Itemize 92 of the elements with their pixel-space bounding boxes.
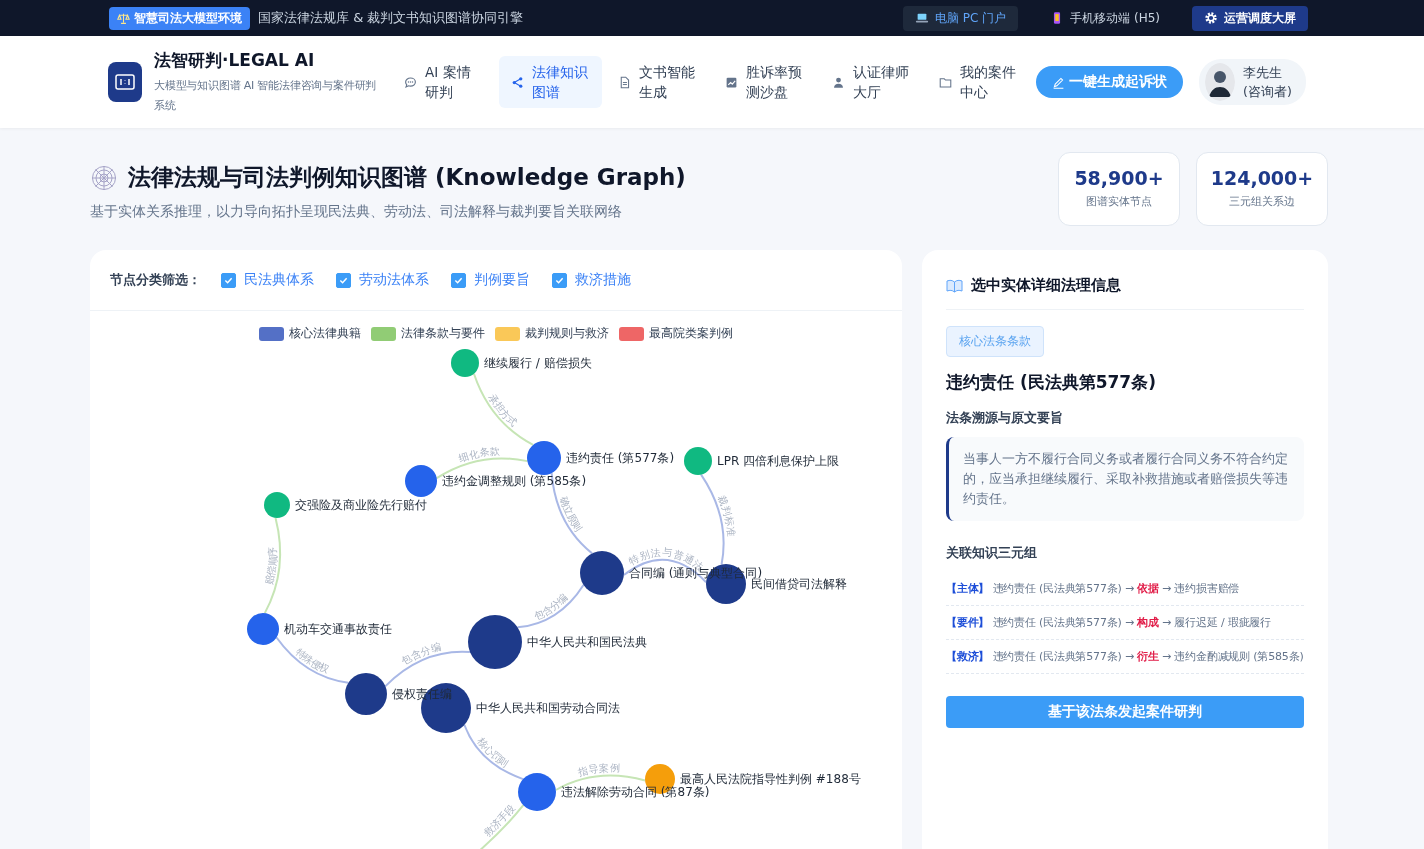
chat-icon: [404, 75, 417, 89]
graph-node[interactable]: [405, 465, 437, 497]
filter-label: 节点分类筛选：: [110, 271, 201, 289]
graph-node[interactable]: [264, 492, 290, 518]
nav-item[interactable]: 胜诉率预测沙盘: [713, 56, 816, 108]
stat-label: 三元组关系边: [1228, 195, 1296, 209]
entity-tag: 核心法条条款: [946, 326, 1044, 357]
gear-icon: [1204, 11, 1218, 25]
filter-checkbox[interactable]: 判例要旨: [451, 271, 530, 289]
edge-label: 细化条款: [457, 445, 501, 464]
portal-link[interactable]: 电脑 PC 门户: [902, 5, 1019, 31]
stat-value: 58,900+: [1073, 167, 1165, 189]
node-label: 继续履行 / 赔偿损失: [484, 356, 592, 370]
laptop-icon: [914, 11, 929, 25]
triple-text: 【主体】 违约责任 (民法典第577条) → 依据 → 违约损害赔偿: [946, 572, 1304, 606]
tagline: 国家法律法规库 & 裁判文书知识图谱协同引擎: [258, 9, 524, 27]
graph-node[interactable]: [247, 613, 279, 645]
environment-badge: 智慧司法大模型环境: [109, 6, 250, 30]
graph-node[interactable]: [345, 673, 387, 715]
edge-label: 核心罚则: [475, 735, 511, 769]
graph-node[interactable]: [468, 615, 522, 669]
folder-icon: [939, 75, 952, 89]
page-subtitle: 基于实体关系推理，以力导向拓扑呈现民法典、劳动法、司法解释与裁判要旨关联网络: [90, 203, 623, 221]
check-icon: [224, 275, 233, 285]
nav-item[interactable]: 我的案件中心: [927, 56, 1030, 108]
triple-text: 【救济】 违约责任 (民法典第577条) → 衍生 → 违约金酌减规则 (第585条): [946, 640, 1304, 674]
node-label: 违约金调整规则 (第585条): [442, 474, 587, 488]
edge-label: 救济手段: [481, 802, 518, 839]
check-icon: [339, 275, 348, 285]
node-label: 交强险及商业险先行赔付: [295, 498, 427, 512]
nav-item[interactable]: 认证律师大厅: [820, 56, 923, 108]
node-label: 最高人民法院指导性判例 #188号: [680, 772, 861, 786]
edge-label: 裁判标准: [716, 493, 737, 538]
triple-text: 【要件】 违约责任 (民法典第577条) → 构成 → 履行迟延 / 瑕疵履行: [946, 606, 1304, 640]
legend-label: 法律条款与要件: [401, 325, 485, 342]
node-label: 中华人民共和国民法典: [527, 635, 647, 649]
checkbox[interactable]: [451, 272, 466, 288]
portal-link[interactable]: 手机移动端 (H5): [1038, 5, 1172, 31]
avatar-icon: [1205, 63, 1235, 101]
book-icon: [946, 278, 963, 293]
edge-label: 指导案例: [576, 762, 620, 778]
legend-label: 最高院类案判例: [649, 325, 733, 342]
entity-title: 违约责任 (民法典第577条): [946, 371, 1157, 394]
graph-node[interactable]: [527, 441, 561, 475]
edge-label: 赔偿顺序: [263, 546, 279, 586]
node-label: 机动车交通事故责任: [284, 622, 392, 636]
document-icon: [618, 75, 631, 89]
user-name: 李先生 (咨询者): [1243, 64, 1292, 101]
checkbox[interactable]: [221, 272, 236, 288]
logo-icon: [108, 62, 142, 102]
stat-label: 图谱实体节点: [1085, 195, 1153, 209]
legend-label: 核心法律典籍: [289, 325, 361, 342]
check-icon: [454, 275, 463, 285]
filter-checkbox[interactable]: 劳动法体系: [336, 271, 429, 289]
checkbox[interactable]: [552, 272, 567, 288]
edge-label: 特殊侵权: [293, 645, 331, 676]
checkbox[interactable]: [336, 272, 351, 288]
node-label: 违约责任 (第577条): [566, 451, 675, 465]
filter-checkbox[interactable]: 救济措施: [552, 271, 631, 289]
graph-node[interactable]: [684, 447, 712, 475]
share-icon: [511, 75, 524, 89]
graph-node[interactable]: [451, 349, 479, 377]
check-icon: [555, 275, 564, 285]
node-label: 民间借贷司法解释: [751, 577, 847, 591]
scale-icon: [117, 11, 130, 25]
edge-label: 包含分编: [399, 640, 443, 668]
chart-icon: [725, 75, 738, 89]
section-heading: 关联知识三元组: [946, 545, 1038, 562]
page-title: 法律法规与司法判例知识图谱 (Knowledge Graph): [128, 163, 686, 192]
article-quote: 当事人一方不履行合同义务或者履行合同义务不符合约定的，应当承担继续履行、采取补救措施或者赔偿损失等违约责任。: [946, 437, 1304, 521]
node-label: 中华人民共和国劳动合同法: [476, 701, 620, 715]
filter-checkbox[interactable]: 民法典体系: [221, 271, 314, 289]
section-heading: 法条溯源与原文要旨: [946, 410, 1064, 427]
user-chip[interactable]: 李先生 (咨询者): [1199, 59, 1306, 105]
graph-node[interactable]: [580, 551, 624, 595]
brand-subtitle: 大模型与知识图谱 AI 智能法律咨询与案件研判系统: [154, 77, 378, 114]
web-icon: [90, 163, 118, 192]
graph-node[interactable]: [518, 773, 556, 811]
nav-item[interactable]: AI 案情研判: [392, 56, 495, 108]
node-label: LPR 四倍利息保护上限: [717, 454, 840, 468]
edge-label: 确立原则: [558, 495, 585, 534]
panel-title: 选中实体详细法理信息: [971, 276, 1121, 295]
nav-item[interactable]: 法律知识图谱: [499, 56, 602, 108]
edge-label: 包含分编: [532, 592, 570, 622]
legend-label: 裁判规则与救济: [525, 325, 609, 342]
edge-label: 承担方式: [486, 392, 520, 429]
brand-title: 法智研判·LEGAL AI: [154, 48, 316, 72]
stat-value: 124,000+: [1209, 167, 1315, 189]
person-icon: [832, 75, 845, 89]
pen-icon: [1052, 75, 1065, 89]
nav-item[interactable]: 文书智能生成: [606, 56, 709, 108]
portal-link[interactable]: 运营调度大屏: [1192, 5, 1308, 31]
